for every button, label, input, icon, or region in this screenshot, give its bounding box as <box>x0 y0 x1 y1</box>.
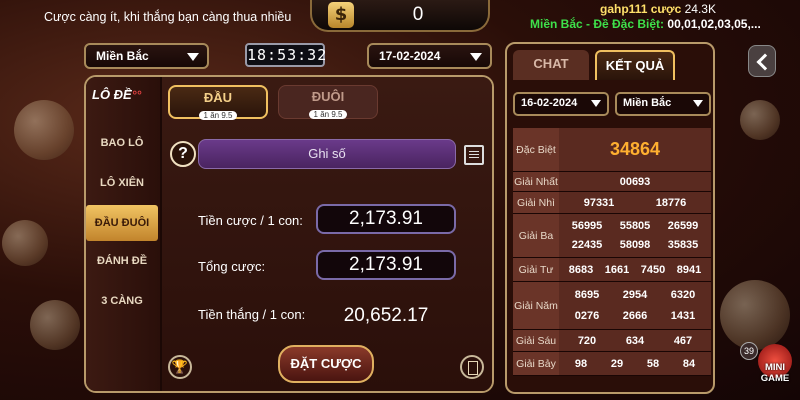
sidebar-item-bao-lo[interactable]: BAO LÔ <box>86 125 158 161</box>
place-bet-button[interactable]: ĐẶT CƯỢC <box>278 345 374 383</box>
results-panel: CHAT KẾT QUẢ 16-02-2024 Miền Bắc Đặc Biệ… <box>505 42 715 394</box>
marquee-text: Cược càng ít, khi thắng bạn càng thua nh… <box>44 10 292 24</box>
coin-icon: $ <box>328 2 354 28</box>
history-icon[interactable] <box>460 355 484 379</box>
chevron-down-icon <box>470 53 482 61</box>
mini-game-button[interactable]: MINI GAME <box>752 344 798 396</box>
mini-game-count-badge: 39 <box>740 342 758 360</box>
chevron-down-icon <box>591 100 601 107</box>
decor-ball <box>30 300 80 350</box>
sidebar-item-3-cang[interactable]: 3 CÀNG <box>86 283 158 319</box>
decor-ball <box>720 280 790 350</box>
chevron-down-icon <box>693 100 703 107</box>
total-label: Tổng cược: <box>198 259 266 274</box>
trophy-icon[interactable]: 🏆 <box>168 355 192 379</box>
results-table: Đặc Biệt 34864 Giải Nhất 00693 Giải Nhì 973… <box>513 128 711 376</box>
result-row-giai-tu: Giải Tư 8683 1661 7450 8941 <box>513 258 711 282</box>
stake-input[interactable]: 2,173.91 <box>316 204 456 234</box>
region-select[interactable]: Miền Bắc <box>84 43 209 69</box>
notepad-icon[interactable] <box>464 145 484 165</box>
bet-panel: LÔ ĐỀ°° BAO LÔ LÔ XIÊN ĐẦU ĐUÔI ĐÁNH ĐỀ … <box>84 75 494 393</box>
top-bar: Cược càng ít, khi thắng bạn càng thua nh… <box>0 0 800 34</box>
result-row-giai-sau: Giải Sáu 720 634 467 <box>513 330 711 352</box>
date-select[interactable]: 17-02-2024 <box>367 43 492 69</box>
result-row-dac-biet: Đặc Biệt 34864 <box>513 128 711 172</box>
stake-label: Tiền cược / 1 con: <box>198 213 303 228</box>
bet-feed-amount: 24.3K <box>684 2 716 16</box>
results-date-select[interactable]: 16-02-2024 <box>513 92 609 116</box>
balance-value: 0 <box>412 4 424 25</box>
win-value: 20,652.17 <box>343 305 429 326</box>
result-row-giai-nam: Giải Năm 8695 2954 6320 0276 2666 1431 <box>513 282 711 330</box>
bet-feed-detail: Miền Bắc - Đề Đặc Biệt: 00,01,02,03,05,.… <box>530 17 761 31</box>
lode-logo: LÔ ĐỀ°° <box>92 87 142 102</box>
decor-ball <box>740 100 780 140</box>
game-sidebar: LÔ ĐỀ°° BAO LÔ LÔ XIÊN ĐẦU ĐUÔI ĐÁNH ĐỀ … <box>86 77 160 391</box>
bet-feed-region: Miền Bắc - Đề Đặc Biệt: <box>530 17 665 31</box>
bet-content: ĐẦU 1 ăn 9.5 ĐUÔI 1 ăn 9.5 ? Ghi số Tiền c… <box>162 77 492 391</box>
decor-ball <box>2 220 48 266</box>
results-region-select[interactable]: Miền Bắc <box>615 92 711 116</box>
result-row-giai-ba: Giải Ba 56995 55805 26599 22435 58098 35835 <box>513 214 711 258</box>
decor-ball <box>14 100 74 160</box>
total-value: 2,173.91 <box>316 250 456 280</box>
bet-feed-numbers: 00,01,02,03,05,... <box>667 17 761 31</box>
sidebar-item-dau-duoi[interactable]: ĐẦU ĐUÔI <box>86 205 158 241</box>
chevron-down-icon <box>187 53 199 61</box>
tab-duoi[interactable]: ĐUÔI 1 ăn 9.5 <box>278 85 378 119</box>
sidebar-item-danh-de[interactable]: ĐÁNH ĐỀ <box>86 243 158 279</box>
countdown-clock: 18:53:32 <box>245 43 326 67</box>
balance-box: $ 0 <box>310 0 490 32</box>
bet-feed-user: gahp111 cược 24.3K <box>600 2 716 16</box>
sidebar-item-lo-xien[interactable]: LÔ XIÊN <box>86 165 158 201</box>
tab-results[interactable]: KẾT QUẢ <box>595 50 675 80</box>
win-label: Tiền thắng / 1 con: <box>198 307 306 322</box>
tab-dau[interactable]: ĐẦU 1 ăn 9.5 <box>168 85 268 120</box>
help-icon[interactable]: ? <box>170 141 196 167</box>
tab-chat[interactable]: CHAT <box>513 50 589 80</box>
result-row-giai-nhat: Giải Nhất 00693 <box>513 172 711 192</box>
result-row-giai-bay: Giải Bảy 98 29 58 84 <box>513 352 711 376</box>
number-input[interactable]: Ghi số <box>198 139 456 169</box>
chevron-left-icon[interactable] <box>748 45 776 77</box>
result-row-giai-nhi: Giải Nhì 97331 18776 <box>513 192 711 214</box>
